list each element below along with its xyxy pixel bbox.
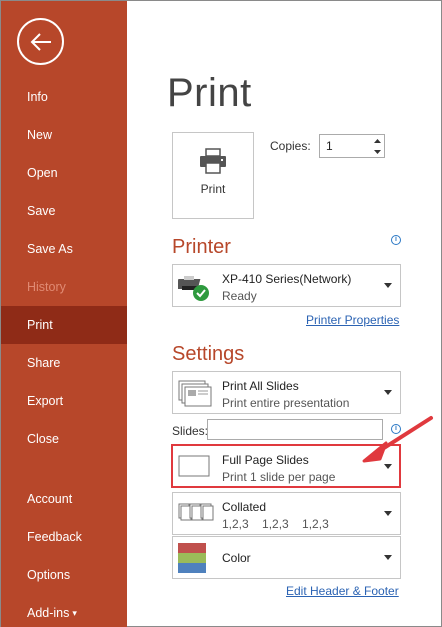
dropdown-arrow-icon — [384, 511, 392, 516]
color-swatch-icon — [178, 543, 206, 573]
caret-down-icon — [373, 149, 381, 154]
collated-icon — [178, 503, 214, 521]
printer-status: Ready — [222, 289, 257, 303]
sidebar-item-feedback[interactable]: Feedback — [1, 518, 127, 556]
sidebar-item-share[interactable]: Share — [1, 344, 127, 382]
sidebar-item-info[interactable]: Info — [1, 78, 127, 116]
edit-header-footer-link[interactable]: Edit Header & Footer — [286, 584, 399, 598]
arrow-left-icon — [30, 32, 51, 51]
sidebar-item-add-ins[interactable]: Add-ins ▾ — [1, 594, 127, 627]
copies-spinner — [370, 135, 384, 157]
sidebar-item-open[interactable]: Open — [1, 154, 127, 192]
sidebar-item-export[interactable]: Export — [1, 382, 127, 420]
decrement-button[interactable] — [370, 146, 384, 157]
dropdown-arrow-icon — [384, 390, 392, 395]
print-button[interactable]: Print — [172, 132, 254, 219]
annotation-arrow-icon — [362, 416, 433, 463]
printer-properties-link[interactable]: Printer Properties — [306, 313, 399, 327]
collation-title: Collated — [222, 500, 267, 514]
collation-subtitle: 1,2,3 1,2,3 1,2,3 — [222, 517, 329, 531]
print-button-label: Print — [200, 182, 226, 196]
print-range-dropdown[interactable]: Print All Slides Print entire presentati… — [172, 371, 401, 414]
sidebar-item-account[interactable]: Account — [1, 480, 127, 518]
page-title: Print — [167, 71, 252, 115]
color-title: Color — [222, 551, 251, 565]
slides-label: Slides: — [172, 424, 209, 438]
back-button[interactable] — [17, 18, 64, 65]
print-range-subtitle: Print entire presentation — [222, 396, 350, 410]
full-page-slide-icon — [178, 455, 210, 477]
caret-down-icon: ▾ — [72, 608, 77, 618]
increment-button[interactable] — [370, 135, 384, 146]
printer-dropdown[interactable]: XP-410 Series(Network) Ready — [172, 264, 401, 307]
sidebar-item-print[interactable]: Print — [1, 306, 127, 344]
collation-dropdown[interactable]: Collated 1,2,3 1,2,3 1,2,3 — [172, 492, 401, 535]
info-icon[interactable]: i — [391, 235, 401, 245]
print-pane: Print Print Copies: 1 Printer i XP-410 S… — [127, 1, 441, 626]
dropdown-arrow-icon — [384, 555, 392, 560]
layout-title: Full Page Slides — [222, 453, 309, 467]
copies-value[interactable]: 1 — [326, 139, 333, 153]
sidebar-item-options[interactable]: Options — [1, 556, 127, 594]
sidebar-item-close[interactable]: Close — [1, 420, 127, 458]
sidebar-item-save[interactable]: Save — [1, 192, 127, 230]
print-range-title: Print All Slides — [222, 379, 299, 393]
backstage-sidebar: Info New Open Save Save As History Print… — [1, 1, 127, 627]
printer-ready-icon — [178, 276, 209, 301]
sidebar-item-new[interactable]: New — [1, 116, 127, 154]
caret-up-icon — [373, 138, 381, 143]
printer-heading: Printer — [172, 236, 231, 258]
dropdown-arrow-icon — [384, 283, 392, 288]
sidebar-item-label: Add-ins — [27, 606, 70, 620]
copies-stepper[interactable]: 1 — [319, 134, 385, 158]
sidebar-item-save-as[interactable]: Save As — [1, 230, 127, 268]
sidebar-item-history: History — [27, 280, 66, 294]
layout-subtitle: Print 1 slide per page — [222, 470, 336, 484]
color-dropdown[interactable]: Color — [172, 536, 401, 579]
printer-name: XP-410 Series(Network) — [222, 272, 352, 286]
copies-label: Copies: — [270, 139, 311, 153]
settings-heading: Settings — [172, 343, 245, 365]
all-slides-icon — [178, 380, 212, 407]
printer-icon — [200, 148, 226, 174]
